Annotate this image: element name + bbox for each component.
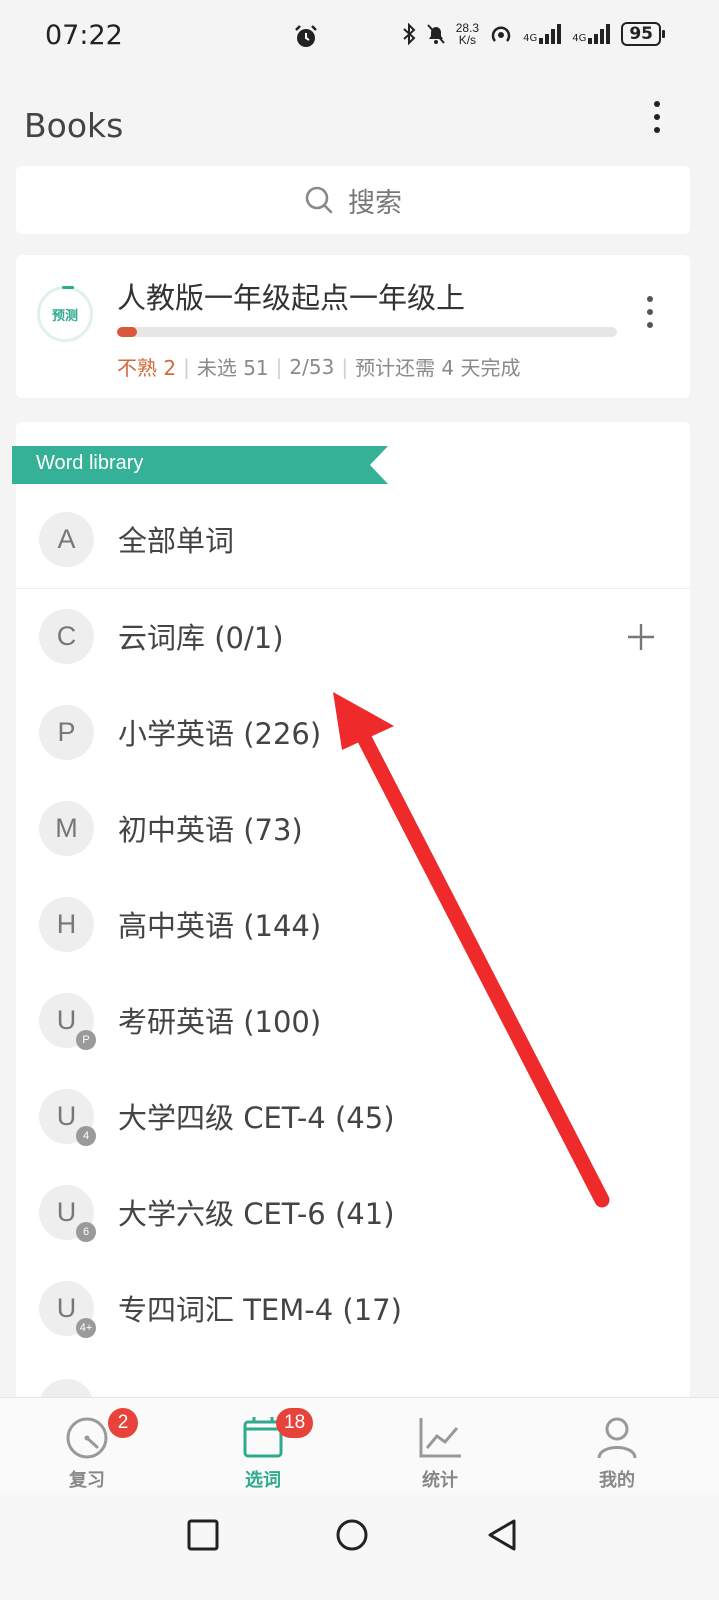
back-icon[interactable] [482, 1515, 522, 1555]
review-badge: 2 [108, 1408, 138, 1438]
status-time: 07:22 [45, 20, 123, 51]
signal-bars-icon [539, 24, 562, 44]
status-bar: 07:22 28.3 K/s 4G 4G 95 [0, 0, 719, 78]
library-item-label: 全部单词 [118, 524, 235, 558]
book-stats: 不熟 2 | 未选 51 | 2/53 | 预计还需 4 天完成 [117, 352, 521, 381]
app-header: Books [0, 90, 719, 162]
signal-1: 4G [523, 24, 563, 44]
library-avatar: UP [39, 993, 96, 1050]
library-item-label: 考研英语 (100) [118, 1005, 322, 1039]
library-avatar: P [39, 705, 94, 760]
bottom-nav: 复习 2 选词 18 统计 我的 [0, 1397, 719, 1496]
stat-eta: 预计还需 4 天完成 [355, 356, 521, 380]
search-label: 搜索 [348, 187, 402, 219]
library-item-postgrad[interactable]: UP 考研英语 (100) [16, 973, 690, 1070]
page-title: Books [24, 106, 124, 145]
bell-muted-icon [426, 24, 445, 44]
predict-badge[interactable]: 预测 [37, 286, 93, 342]
nav-label: 我的 [599, 1470, 635, 1491]
stat-unfamiliar: 不熟 2 [117, 356, 177, 380]
nav-label: 选词 [245, 1470, 281, 1491]
library-item-label: 大学六级 CET-6 (41) [118, 1197, 395, 1231]
recent-apps-icon[interactable] [183, 1515, 223, 1555]
library-avatar: U 4+ [39, 1281, 96, 1338]
word-library-label: Word library [36, 452, 144, 474]
nav-label: 统计 [422, 1470, 458, 1491]
battery-indicator: 95 [621, 22, 665, 46]
library-avatar-sub: 4 [76, 1126, 96, 1146]
library-avatar-sub: 4+ [76, 1318, 96, 1338]
nav-review[interactable]: 复习 2 [24, 1398, 144, 1496]
signal-2: 4G [572, 24, 612, 44]
book-progress-bar [117, 327, 617, 337]
nav-label: 复习 [69, 1470, 105, 1491]
library-avatar: U4 [39, 1089, 96, 1146]
book-progress-fill [117, 327, 137, 337]
search-box[interactable]: 搜索 [16, 166, 690, 234]
library-item-label: 小学英语 (226) [118, 717, 322, 751]
bluetooth-icon [403, 23, 416, 45]
stat-count: 2/53 [289, 354, 335, 379]
book-title: 人教版一年级起点一年级上 [117, 281, 466, 315]
library-item-senior[interactable]: H 高中英语 (144) [16, 877, 690, 974]
library-item-label: 大学四级 CET-4 (45) [118, 1101, 395, 1135]
library-avatar: U6 [39, 1185, 96, 1242]
more-vertical-icon[interactable] [647, 98, 667, 138]
library-item-junior[interactable]: M 初中英语 (73) [16, 781, 690, 878]
hotspot-icon [491, 26, 511, 42]
library-item-label: 初中英语 (73) [118, 813, 303, 847]
stats-chart-icon [419, 1418, 461, 1458]
library-item-cet4[interactable]: U4 大学四级 CET-4 (45) [16, 1069, 690, 1166]
library-item-all-words[interactable]: A 全部单词 [16, 492, 690, 589]
book-more-icon[interactable] [640, 293, 660, 333]
library-item-cet6[interactable]: U6 大学六级 CET-6 (41) [16, 1165, 690, 1262]
net-speed: 28.3 K/s [455, 21, 480, 47]
current-book-card[interactable]: 预测 人教版一年级起点一年级上 不熟 2 | 未选 51 | 2/53 | 预计… [16, 255, 690, 398]
signal-bars-icon [588, 24, 611, 44]
add-icon[interactable] [626, 622, 656, 652]
nav-stats[interactable]: 统计 [377, 1398, 497, 1496]
library-item-primary[interactable]: P 小学英语 (226) [16, 685, 690, 782]
library-item-label: 云词库 (0/1) [118, 621, 284, 655]
library-item-label: 专四词汇 TEM-4 (17) [118, 1293, 402, 1327]
profile-icon [597, 1417, 637, 1459]
nav-profile[interactable]: 我的 [554, 1398, 674, 1496]
home-icon[interactable] [332, 1515, 372, 1555]
select-badge: 18 [276, 1408, 314, 1438]
library-avatar: M [39, 801, 94, 856]
review-gauge-icon [66, 1417, 108, 1459]
library-avatar-sub: 6 [76, 1222, 96, 1242]
library-item-cloud[interactable]: C 云词库 (0/1) [16, 589, 690, 686]
library-avatar: C [39, 609, 94, 664]
library-avatar-sub: P [76, 1030, 96, 1050]
library-avatar: A [39, 512, 94, 567]
nav-select-words[interactable]: 选词 18 [200, 1398, 320, 1496]
library-item-label: 高中英语 (144) [118, 909, 322, 943]
search-icon [305, 186, 333, 214]
library-avatar: H [39, 897, 94, 952]
library-item-tem4[interactable]: U 4+ 专四词汇 TEM-4 (17) [16, 1261, 690, 1358]
alarm-icon [295, 25, 317, 47]
stat-unselected: 未选 51 [196, 356, 269, 380]
system-nav-bar [0, 1495, 719, 1600]
